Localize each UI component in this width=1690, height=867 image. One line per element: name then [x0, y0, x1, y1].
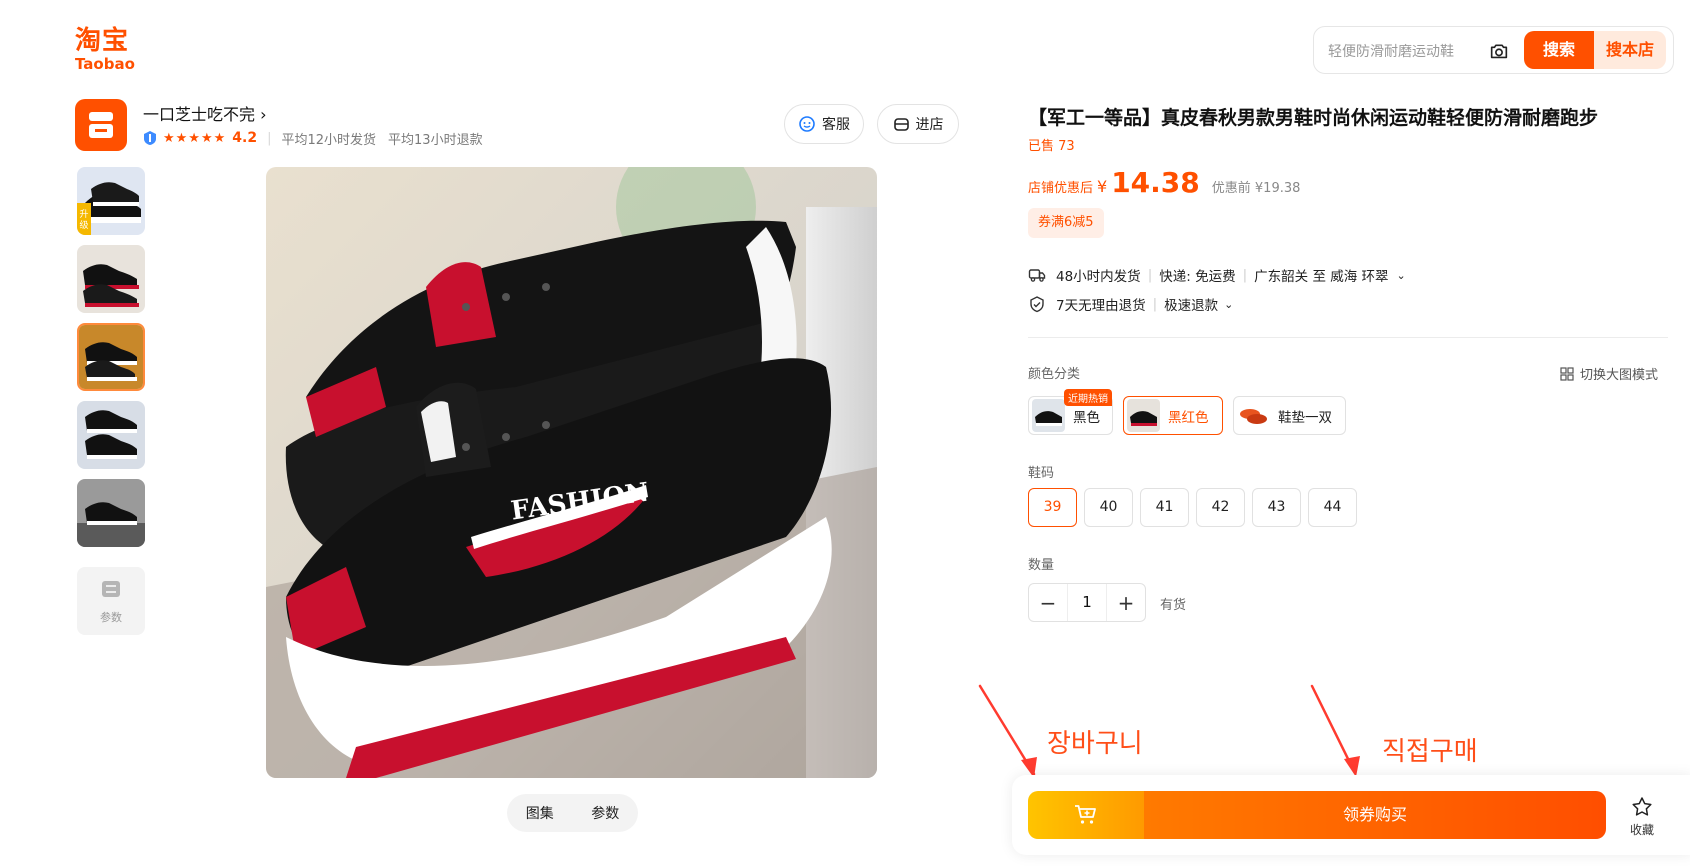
star-icon	[1632, 797, 1652, 816]
cart-annotation: 장바구니	[1047, 729, 1143, 759]
buy-now-button[interactable]: 领券购买	[1144, 791, 1606, 839]
buy-annotation: 직접구매	[1382, 737, 1478, 767]
favorite-label: 收藏	[1629, 823, 1654, 837]
favorite-button[interactable]: 收藏	[1622, 796, 1662, 838]
cart-icon	[1075, 805, 1096, 824]
add-to-cart-button[interactable]	[1028, 791, 1144, 839]
